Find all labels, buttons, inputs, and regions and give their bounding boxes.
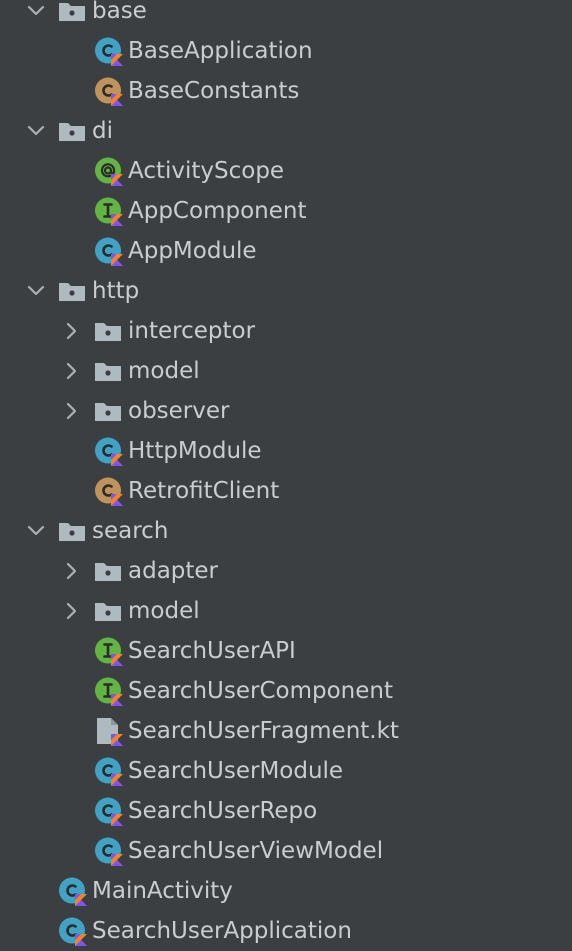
tree-item-label: SearchUserViewModel: [128, 838, 384, 864]
tree-item-label: SearchUserRepo: [128, 798, 318, 824]
package-icon: [56, 115, 88, 147]
tree-row-searchuserrepo[interactable]: SearchUserRepo: [0, 791, 572, 831]
kotlin-interface-icon: [92, 635, 124, 667]
package-icon: [92, 395, 124, 427]
tree-item-label: http: [92, 278, 140, 304]
chevron-right-icon[interactable]: [58, 597, 86, 625]
package-icon: [92, 595, 124, 627]
tree-row-model[interactable]: model: [0, 591, 572, 631]
kotlin-class-icon: [92, 35, 124, 67]
kotlin-class-icon: [56, 875, 88, 907]
tree-row-searchuserviewmodel[interactable]: SearchUserViewModel: [0, 831, 572, 871]
tree-item-label: model: [128, 358, 200, 384]
kotlin-class-icon: [92, 795, 124, 827]
chevron-right-icon[interactable]: [58, 397, 86, 425]
tree-row-model[interactable]: model: [0, 351, 572, 391]
chevron-down-icon[interactable]: [22, 517, 50, 545]
tree-row-searchuserapplication[interactable]: SearchUserApplication: [0, 911, 572, 951]
tree-item-label: adapter: [128, 558, 219, 584]
tree-row-retrofitclient[interactable]: RetrofitClient: [0, 471, 572, 511]
tree-item-label: HttpModule: [128, 438, 262, 464]
tree-row-http[interactable]: http: [0, 271, 572, 311]
kotlin-class-icon: [92, 435, 124, 467]
kotlin-interface-icon: [92, 675, 124, 707]
package-icon: [56, 515, 88, 547]
kotlin-class-icon: [92, 755, 124, 787]
tree-item-label: SearchUserAPI: [128, 638, 296, 664]
project-tree: base BaseApplication BaseConstants di Activi…: [0, 0, 572, 950]
tree-item-label: SearchUserModule: [128, 758, 344, 784]
tree-item-label: AppModule: [128, 238, 257, 264]
package-icon: [92, 355, 124, 387]
tree-item-label: AppComponent: [128, 198, 307, 224]
tree-row-mainactivity[interactable]: MainActivity: [0, 871, 572, 911]
package-icon: [92, 315, 124, 347]
tree-row-activityscope[interactable]: ActivityScope: [0, 151, 572, 191]
tree-row-httpmodule[interactable]: HttpModule: [0, 431, 572, 471]
kotlin-class-icon: [92, 835, 124, 867]
tree-row-searchuserfragment-kt[interactable]: SearchUserFragment.kt: [0, 711, 572, 751]
tree-item-label: SearchUserComponent: [128, 678, 393, 704]
tree-item-label: di: [92, 118, 113, 144]
chevron-down-icon[interactable]: [22, 117, 50, 145]
tree-item-label: observer: [128, 398, 230, 424]
kotlin-file-icon: [92, 715, 124, 747]
chevron-right-icon[interactable]: [58, 357, 86, 385]
chevron-down-icon[interactable]: [22, 0, 50, 25]
kotlin-class-icon: [56, 915, 88, 947]
tree-row-appcomponent[interactable]: AppComponent: [0, 191, 572, 231]
tree-item-label: SearchUserApplication: [92, 918, 352, 944]
tree-item-label: model: [128, 598, 200, 624]
tree-row-searchusermodule[interactable]: SearchUserModule: [0, 751, 572, 791]
tree-row-interceptor[interactable]: interceptor: [0, 311, 572, 351]
package-icon: [56, 275, 88, 307]
tree-item-label: interceptor: [128, 318, 256, 344]
tree-row-searchuserapi[interactable]: SearchUserAPI: [0, 631, 572, 671]
tree-item-label: ActivityScope: [128, 158, 285, 184]
tree-row-appmodule[interactable]: AppModule: [0, 231, 572, 271]
kotlin-object-icon: [92, 75, 124, 107]
kotlin-interface-icon: [92, 195, 124, 227]
kotlin-class-icon: [92, 235, 124, 267]
tree-row-searchusercomponent[interactable]: SearchUserComponent: [0, 671, 572, 711]
tree-row-search[interactable]: search: [0, 511, 572, 551]
tree-item-label: RetrofitClient: [128, 478, 280, 504]
tree-row-base[interactable]: base: [0, 0, 572, 31]
tree-item-label: SearchUserFragment.kt: [128, 718, 399, 744]
tree-row-adapter[interactable]: adapter: [0, 551, 572, 591]
tree-item-label: search: [92, 518, 169, 544]
kotlin-annotation-icon: [92, 155, 124, 187]
tree-item-label: MainActivity: [92, 878, 233, 904]
chevron-right-icon[interactable]: [58, 557, 86, 585]
tree-item-label: BaseApplication: [128, 38, 313, 64]
tree-row-di[interactable]: di: [0, 111, 572, 151]
package-icon: [56, 0, 88, 27]
kotlin-object-icon: [92, 475, 124, 507]
tree-row-baseconstants[interactable]: BaseConstants: [0, 71, 572, 111]
chevron-right-icon[interactable]: [58, 317, 86, 345]
tree-item-label: base: [92, 0, 147, 24]
tree-item-label: BaseConstants: [128, 78, 300, 104]
chevron-down-icon[interactable]: [22, 277, 50, 305]
tree-row-observer[interactable]: observer: [0, 391, 572, 431]
tree-row-baseapplication[interactable]: BaseApplication: [0, 31, 572, 71]
package-icon: [92, 555, 124, 587]
